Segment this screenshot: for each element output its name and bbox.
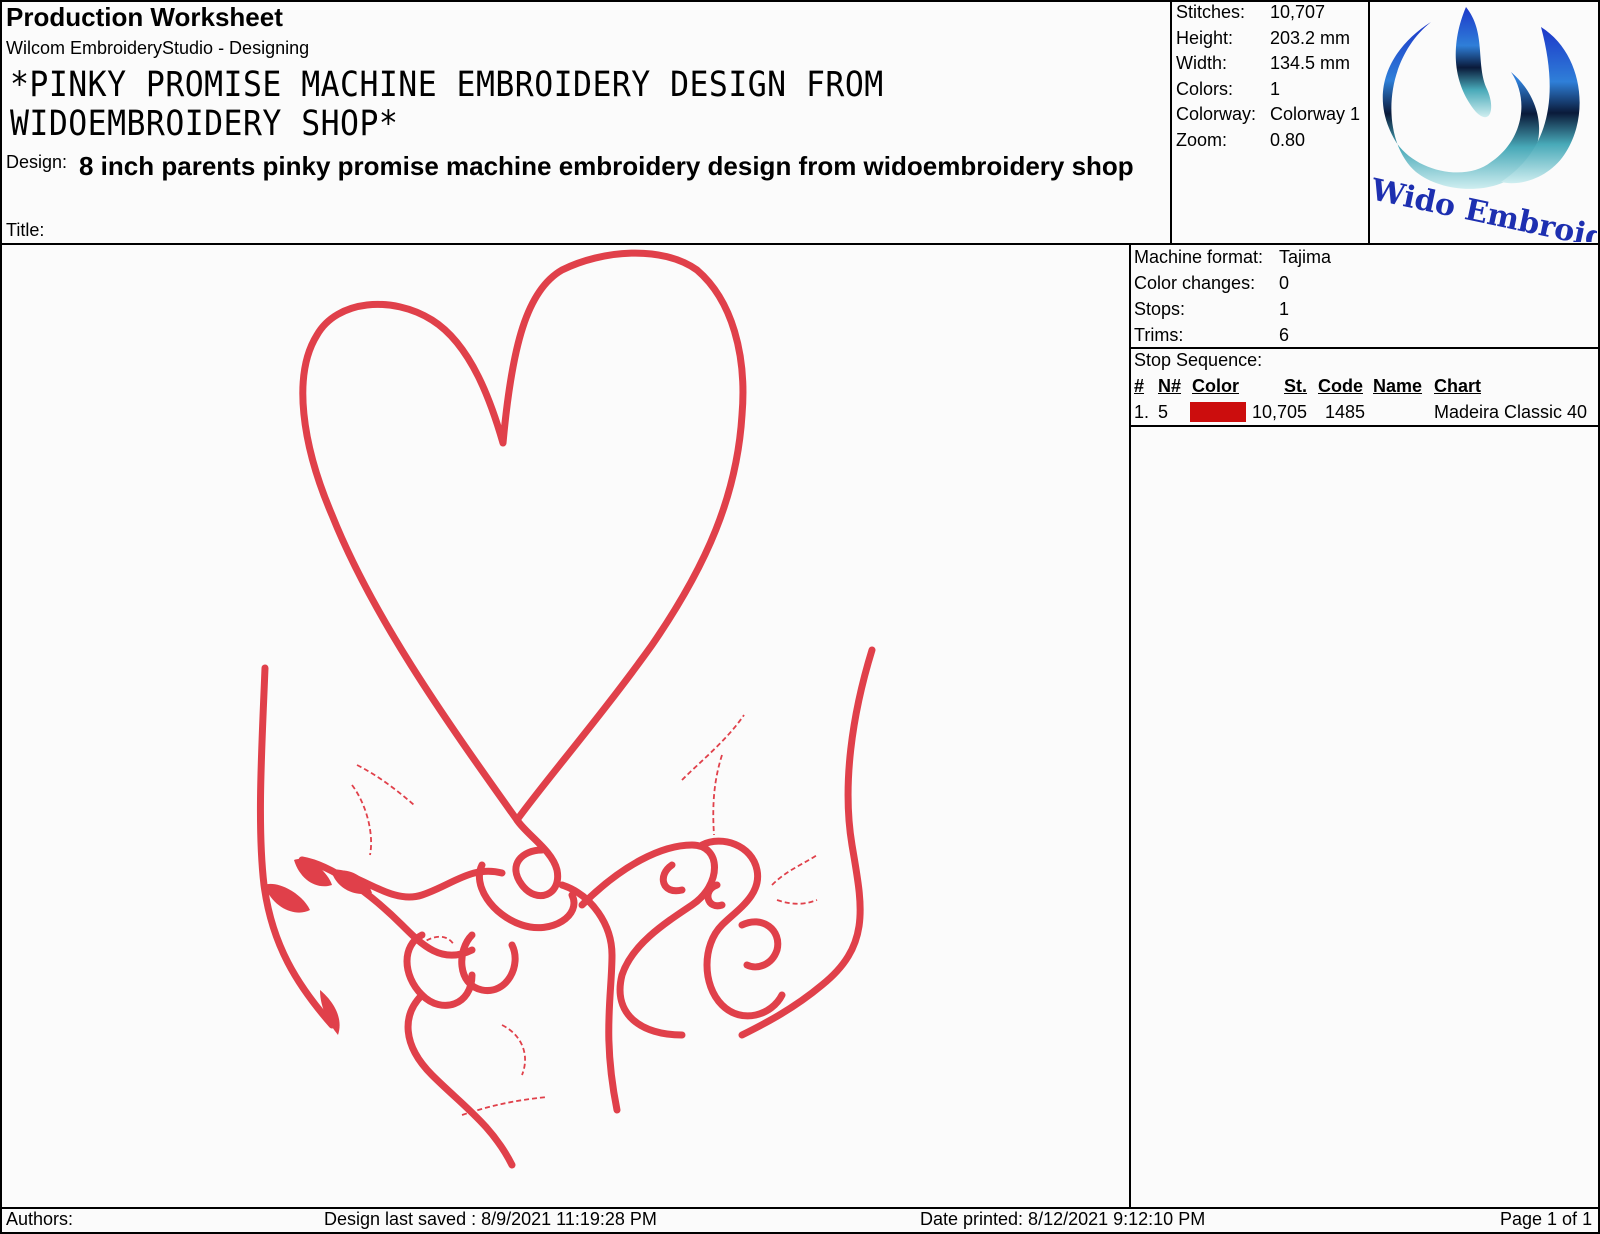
stats-divider	[1170, 0, 1172, 244]
stat-row-width: Width: 134.5 mm	[1176, 51, 1360, 77]
machine-row-color-changes: Color changes: 0	[1134, 270, 1331, 296]
stat-value: 1	[1270, 78, 1281, 99]
stat-label: Zoom:	[1176, 129, 1228, 150]
machine-value: 6	[1279, 324, 1290, 345]
stat-value: 0.80	[1270, 129, 1306, 150]
stat-label: Width:	[1176, 53, 1228, 74]
footer-authors: Authors:	[6, 1209, 74, 1229]
machine-value: 1	[1279, 298, 1290, 319]
stat-value: 10,707	[1270, 2, 1326, 23]
machine-value: Tajima	[1279, 246, 1332, 267]
stat-value: 134.5 mm	[1270, 53, 1351, 74]
machine-row-stops: Stops: 1	[1134, 296, 1331, 322]
stat-label: Colorway:	[1176, 104, 1257, 125]
sequence-divider	[1130, 425, 1600, 427]
seq-header-st: St.	[1284, 376, 1308, 396]
seq-row-color-swatch	[1190, 402, 1246, 422]
machine-row-format: Machine format: Tajima	[1134, 244, 1331, 270]
stat-row-stitches: Stitches: 10,707	[1176, 0, 1360, 26]
stat-row-zoom: Zoom: 0.80	[1176, 128, 1360, 154]
footer-last-saved: Design last saved : 8/9/2021 11:19:28 PM	[324, 1209, 657, 1229]
seq-header-color: Color	[1192, 376, 1239, 396]
machine-label: Stops:	[1134, 298, 1186, 319]
design-value: 8 inch parents pinky promise machine emb…	[79, 151, 1134, 181]
machine-label: Color changes:	[1134, 272, 1256, 293]
machine-label: Trims:	[1134, 324, 1184, 345]
seq-row-n: 5	[1158, 402, 1169, 422]
design-label: Design:	[6, 152, 68, 172]
seq-header-code: Code	[1318, 376, 1363, 396]
app-name: Wilcom EmbroideryStudio - Designing	[6, 38, 310, 58]
machine-row-trims: Trims: 6	[1134, 322, 1331, 348]
machine-value: 0	[1279, 272, 1290, 293]
seq-row-chart: Madeira Classic 40	[1434, 402, 1588, 422]
stat-label: Stitches:	[1176, 2, 1246, 23]
stat-value: 203.2 mm	[1270, 27, 1351, 48]
stat-value: Colorway 1	[1270, 104, 1361, 125]
logo-divider	[1368, 0, 1370, 244]
footer-divider	[0, 1207, 1600, 1209]
seq-header-chart: Chart	[1434, 376, 1482, 396]
title-label: Title:	[6, 220, 45, 240]
pinky-promise-heart-hands-icon	[256, 249, 876, 1169]
seq-row-st: 10,705	[1252, 402, 1308, 422]
seq-row-code: 1485	[1325, 402, 1366, 422]
machine-label: Machine format:	[1134, 246, 1264, 267]
seq-header-n: N#	[1158, 376, 1182, 396]
stop-sequence-label: Stop Sequence:	[1134, 350, 1263, 370]
footer-date-printed: Date printed: 8/12/2021 9:12:10 PM	[920, 1209, 1206, 1229]
design-stats: Stitches: 10,707 Height: 203.2 mm Width: 13…	[1176, 0, 1360, 153]
seq-row-num: 1.	[1134, 402, 1150, 422]
stat-label: Colors:	[1176, 78, 1234, 99]
seq-header-name: Name	[1373, 376, 1423, 396]
stat-label: Height:	[1176, 27, 1234, 48]
footer-page: Page 1 of 1	[1500, 1209, 1593, 1229]
machine-info: Machine format: Tajima Color changes: 0 St…	[1134, 244, 1331, 348]
seq-header-num: #	[1134, 376, 1145, 396]
worksheet-title: Production Worksheet	[6, 2, 283, 32]
stat-row-height: Height: 203.2 mm	[1176, 26, 1360, 52]
stat-row-colorway: Colorway: Colorway 1	[1176, 102, 1360, 128]
wido-swirl-logo-icon: Wido Embroidery	[1371, 7, 1597, 242]
design-name-caps: *PINKY PROMISE MACHINE EMBROIDERY DESIGN…	[10, 65, 884, 144]
stat-row-colors: Colors: 1	[1176, 77, 1360, 103]
preview-right-divider	[1129, 244, 1131, 1208]
